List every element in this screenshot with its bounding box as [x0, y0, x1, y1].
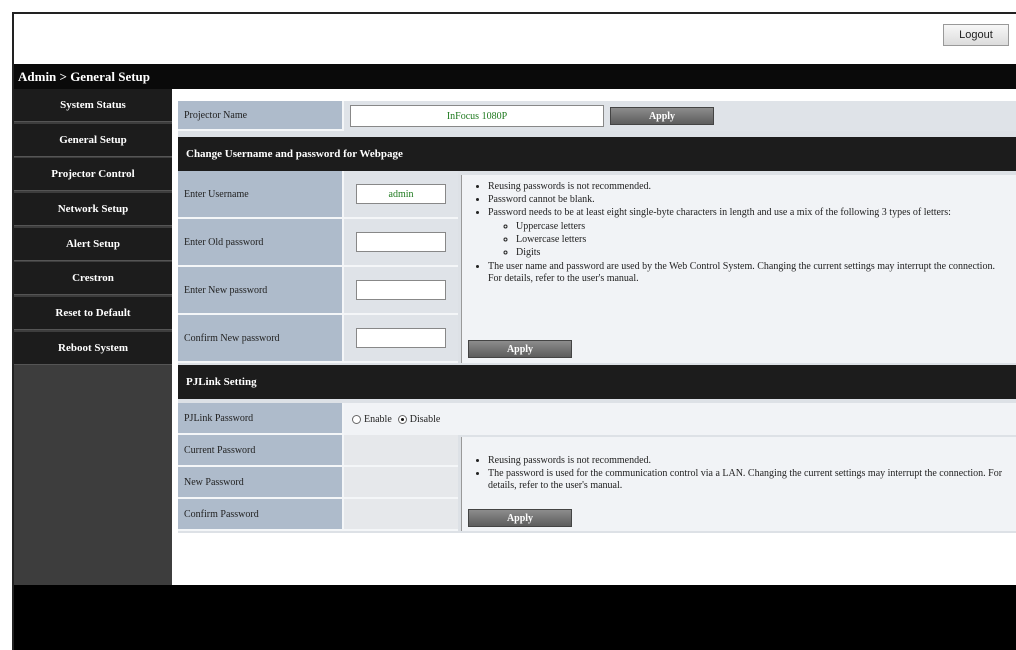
- pjlink-current-password-input: [344, 435, 458, 467]
- footer-bar: [14, 585, 1016, 650]
- projector-name-input[interactable]: InFocus 1080P: [350, 105, 604, 127]
- pjlink-current-password-label: Current Password: [178, 435, 344, 467]
- pjlink-apply-button[interactable]: Apply: [468, 509, 572, 527]
- pjlink-notes: Reusing passwords is not recommended. Th…: [461, 437, 1016, 531]
- projector-name-label: Projector Name: [178, 101, 344, 131]
- projector-name-apply-button[interactable]: Apply: [610, 107, 714, 125]
- pjlink-enable-label: Enable: [364, 413, 392, 425]
- pjlink-enable-radio[interactable]: [352, 414, 361, 424]
- webpage-credentials-heading: Change Username and password for Webpage: [178, 137, 1016, 171]
- pjlink-heading: PJLink Setting: [178, 365, 1016, 399]
- username-label: Enter Username: [178, 171, 344, 219]
- projector-name-row: Projector Name InFocus 1080P Apply: [178, 101, 1016, 131]
- note-item: The user name and password are used by t…: [488, 261, 1008, 285]
- old-password-label: Enter Old password: [178, 219, 344, 267]
- settings-form: Projector Name InFocus 1080P Apply Chang…: [178, 101, 1016, 533]
- webpage-credentials-apply-button[interactable]: Apply: [468, 340, 572, 358]
- pjlink-password-row: PJLink Password Enable Disable: [178, 403, 1016, 435]
- sidebar-item-projector-control[interactable]: Projector Control: [14, 158, 172, 192]
- pjlink-disable-label: Disable: [409, 413, 441, 425]
- pjlink-password-label: PJLink Password: [178, 403, 344, 435]
- note-item: Password needs to be at least eight sing…: [488, 207, 1008, 259]
- sidebar-item-crestron[interactable]: Crestron: [14, 262, 172, 296]
- confirm-password-input[interactable]: [356, 328, 446, 348]
- pjlink-disable-radio[interactable]: [397, 414, 407, 424]
- note-item: Reusing passwords is not recommended.: [488, 181, 1008, 193]
- new-password-input[interactable]: [356, 280, 446, 300]
- pjlink-new-password-label: New Password: [178, 467, 344, 499]
- note-subitem: Digits: [516, 247, 1008, 259]
- sidebar-item-reboot-system[interactable]: Reboot System: [14, 331, 172, 365]
- logout-button[interactable]: Logout: [943, 24, 1009, 46]
- old-password-input[interactable]: [356, 232, 446, 252]
- sidebar: System Status General Setup Projector Co…: [14, 89, 172, 585]
- note-item: Password cannot be blank.: [488, 194, 1008, 206]
- webpage-credentials-notes: Reusing passwords is not recommended. Pa…: [461, 175, 1016, 363]
- new-password-label: Enter New password: [178, 267, 344, 315]
- pjlink-confirm-password-label: Confirm Password: [178, 499, 344, 531]
- note-subitem: Lowercase letters: [516, 234, 1008, 246]
- note-item: The password is used for the communicati…: [488, 468, 1008, 492]
- breadcrumb: Admin > General Setup: [14, 64, 1016, 89]
- sidebar-item-general-setup[interactable]: General Setup: [14, 123, 172, 157]
- pjlink-confirm-password-input: [344, 499, 458, 531]
- confirm-password-label: Confirm New password: [178, 315, 344, 363]
- note-item: Reusing passwords is not recommended.: [488, 455, 1008, 467]
- pjlink-new-password-input: [344, 467, 458, 499]
- sidebar-item-alert-setup[interactable]: Alert Setup: [14, 227, 172, 261]
- sidebar-item-system-status[interactable]: System Status: [14, 89, 172, 122]
- note-subitem: Uppercase letters: [516, 221, 1008, 233]
- sidebar-item-network-setup[interactable]: Network Setup: [14, 193, 172, 227]
- sidebar-item-reset-default[interactable]: Reset to Default: [14, 297, 172, 331]
- username-input[interactable]: admin: [356, 184, 446, 204]
